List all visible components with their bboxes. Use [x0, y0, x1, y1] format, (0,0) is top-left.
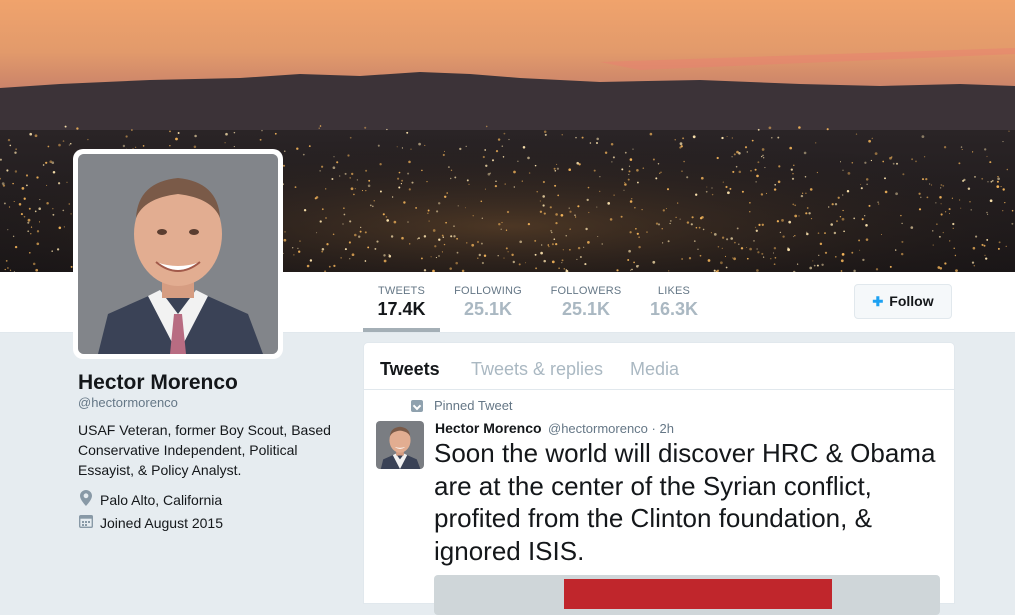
stat-tweets-label: TWEETS: [377, 285, 426, 297]
stat-likes-label: LIKES: [657, 285, 691, 297]
follow-label: Follow: [889, 293, 934, 309]
timeline-tabs: Tweets Tweets & replies Media: [364, 343, 954, 390]
stat-followers[interactable]: FOLLOWERS 25.1K: [548, 272, 624, 332]
profile-joined: Joined August 2015: [78, 514, 223, 531]
stat-following-label: FOLLOWING: [454, 285, 522, 297]
tweet-media-banner: [564, 579, 832, 609]
stat-followers-value: 25.1K: [561, 299, 611, 319]
stat-following[interactable]: FOLLOWING 25.1K: [452, 272, 524, 332]
profile-location-text: Palo Alto, California: [100, 491, 223, 508]
stat-likes[interactable]: LIKES 16.3K: [646, 272, 702, 332]
profile-handle[interactable]: @hectormorenco: [78, 395, 178, 410]
profile-location: Palo Alto, California: [78, 490, 222, 509]
tab-tweets[interactable]: Tweets: [380, 359, 440, 380]
pin-icon: [411, 400, 423, 412]
profile-bio: USAF Veteran, former Boy Scout, Based Co…: [78, 422, 331, 478]
timeline: Tweets Tweets & replies Media Pinned Twe…: [363, 342, 955, 615]
stat-tweets-value: 17.4K: [377, 299, 426, 319]
person-add-icon: ✚: [872, 294, 884, 309]
stat-following-value: 25.1K: [463, 299, 513, 319]
profile-name: Hector Morenco: [78, 371, 238, 394]
avatar-image: [78, 154, 278, 354]
tweet-media[interactable]: [434, 575, 940, 615]
pinned-tweet-label: Pinned Tweet: [434, 398, 513, 413]
stat-likes-value: 16.3K: [649, 299, 699, 319]
tab-media[interactable]: Media: [630, 359, 679, 380]
tweet-author-meta[interactable]: @hectormorenco · 2h: [548, 421, 674, 436]
tab-tweets-replies[interactable]: Tweets & replies: [471, 359, 603, 380]
follow-button[interactable]: ✚ Follow: [854, 284, 952, 319]
tweet-text: Soon the world will discover HRC & Obama…: [434, 438, 936, 566]
tweet-author-name[interactable]: Hector Morenco: [435, 420, 542, 436]
profile-joined-text: Joined August 2015: [100, 514, 223, 531]
profile-avatar[interactable]: [73, 149, 283, 359]
calendar-icon: [78, 514, 94, 531]
stat-tweets[interactable]: TWEETS 17.4K: [363, 272, 440, 332]
stat-followers-label: FOLLOWERS: [550, 285, 622, 297]
tweet-author-avatar[interactable]: [376, 421, 424, 469]
map-pin-icon: [78, 490, 94, 509]
